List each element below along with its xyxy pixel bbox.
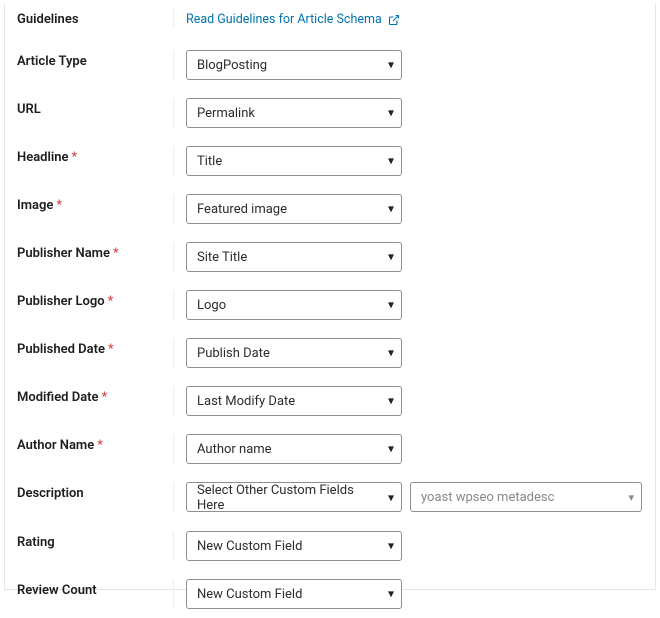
rating-select[interactable]: New Custom Field bbox=[186, 531, 402, 561]
image-select[interactable]: Featured image bbox=[186, 194, 402, 224]
publisher-logo-select[interactable]: Logo bbox=[186, 290, 402, 320]
label-guidelines: Guidelines bbox=[17, 8, 174, 27]
guidelines-link[interactable]: Read Guidelines for Article Schema bbox=[186, 8, 400, 27]
row-publisher-logo: Publisher Logo* Logo bbox=[5, 281, 655, 329]
label-publisher-name: Publisher Name* bbox=[17, 242, 174, 272]
row-published-date: Published Date* Publish Date bbox=[5, 329, 655, 377]
url-select[interactable]: Permalink bbox=[186, 98, 402, 128]
description-select[interactable]: Select Other Custom Fields Here bbox=[186, 482, 402, 512]
modified-date-select[interactable]: Last Modify Date bbox=[186, 386, 402, 416]
row-article-type: Article Type BlogPosting bbox=[5, 41, 655, 89]
row-url: URL Permalink bbox=[5, 89, 655, 137]
required-mark: * bbox=[108, 342, 114, 357]
headline-select[interactable]: Title bbox=[186, 146, 402, 176]
row-image: Image* Featured image bbox=[5, 185, 655, 233]
row-rating: Rating New Custom Field bbox=[5, 522, 655, 570]
label-url: URL bbox=[17, 98, 174, 128]
publisher-name-select[interactable]: Site Title bbox=[186, 242, 402, 272]
label-headline: Headline* bbox=[17, 146, 174, 176]
required-mark: * bbox=[102, 390, 108, 405]
article-type-select[interactable]: BlogPosting bbox=[186, 50, 402, 80]
required-mark: * bbox=[97, 438, 103, 453]
label-published-date: Published Date* bbox=[17, 338, 174, 368]
published-date-select[interactable]: Publish Date bbox=[186, 338, 402, 368]
row-author-name: Author Name* Author name bbox=[5, 425, 655, 473]
author-name-select[interactable]: Author name bbox=[186, 434, 402, 464]
description-value-combo[interactable]: yoast wpseo metadesc bbox=[410, 482, 642, 512]
label-description: Description bbox=[17, 482, 174, 513]
review-count-select[interactable]: New Custom Field bbox=[186, 579, 402, 609]
row-headline: Headline* Title bbox=[5, 137, 655, 185]
row-review-count: Review Count New Custom Field bbox=[5, 570, 655, 618]
label-modified-date: Modified Date* bbox=[17, 386, 174, 416]
label-review-count: Review Count bbox=[17, 579, 174, 609]
required-mark: * bbox=[108, 294, 114, 309]
label-article-type: Article Type bbox=[17, 50, 174, 80]
row-modified-date: Modified Date* Last Modify Date bbox=[5, 377, 655, 425]
label-image: Image* bbox=[17, 194, 174, 224]
label-author-name: Author Name* bbox=[17, 434, 174, 464]
row-guidelines: Guidelines Read Guidelines for Article S… bbox=[5, 4, 655, 41]
required-mark: * bbox=[72, 150, 78, 165]
required-mark: * bbox=[56, 198, 62, 213]
guidelines-link-text: Read Guidelines for Article Schema bbox=[186, 12, 382, 27]
required-mark: * bbox=[113, 246, 119, 261]
label-rating: Rating bbox=[17, 531, 174, 561]
row-publisher-name: Publisher Name* Site Title bbox=[5, 233, 655, 281]
row-description: Description Select Other Custom Fields H… bbox=[5, 473, 655, 522]
schema-settings-panel: Guidelines Read Guidelines for Article S… bbox=[4, 4, 656, 590]
external-link-icon bbox=[388, 14, 400, 26]
label-publisher-logo: Publisher Logo* bbox=[17, 290, 174, 320]
